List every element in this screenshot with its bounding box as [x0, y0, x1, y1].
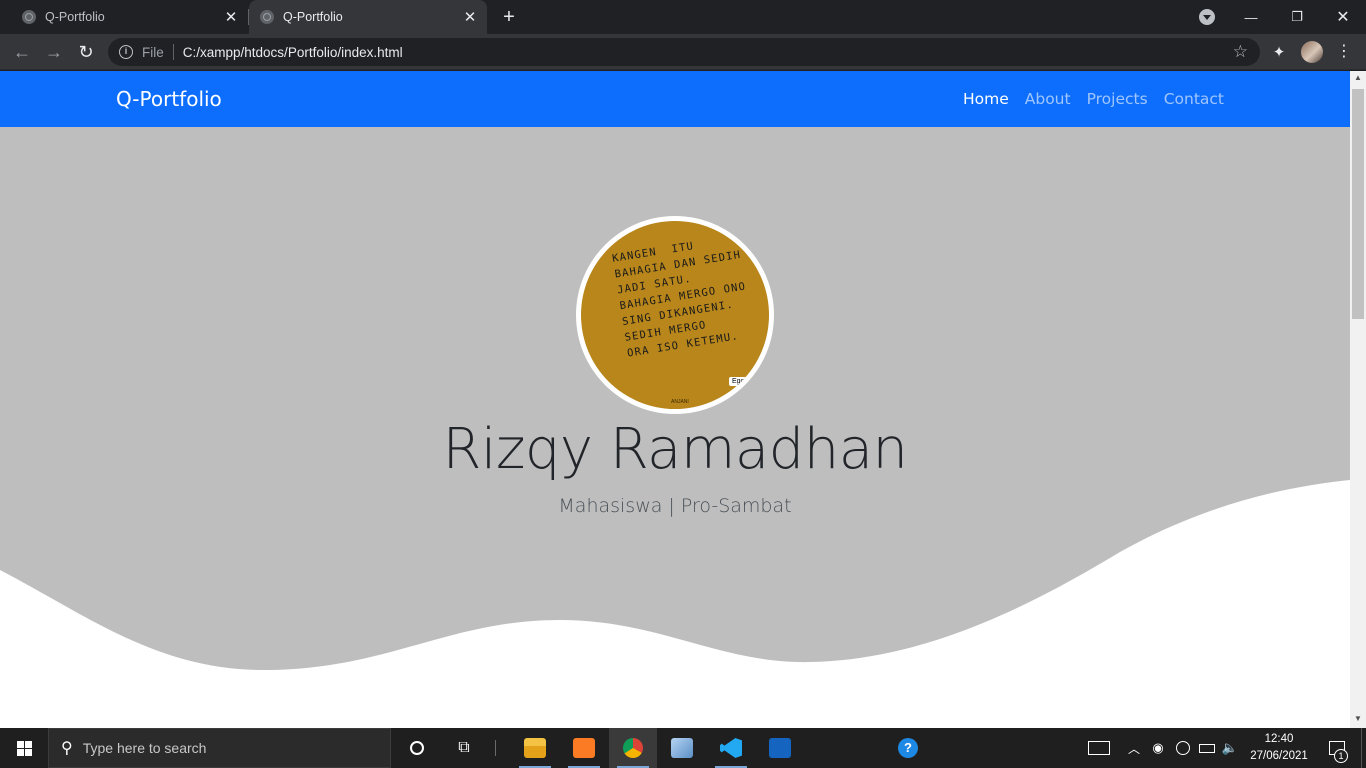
- notification-badge: 1: [1334, 749, 1348, 763]
- reload-icon[interactable]: ↻: [74, 40, 98, 64]
- volume-icon[interactable]: 🔈: [1220, 728, 1240, 768]
- browser-toolbar: ← → ↻ i File C:/xampp/htdocs/Portfolio/i…: [0, 34, 1366, 70]
- file-explorer-icon[interactable]: [511, 728, 559, 768]
- extensions-puzzle-icon[interactable]: ✦: [1270, 43, 1288, 61]
- windows-logo-icon: [16, 740, 32, 756]
- hero-subtitle: Mahasiswa | Pro-Sambat: [558, 495, 792, 517]
- new-tab-button[interactable]: +: [498, 6, 520, 28]
- virtualbox-icon[interactable]: [658, 728, 706, 768]
- get-help-icon[interactable]: ?: [884, 728, 932, 768]
- forward-arrow-icon[interactable]: →: [42, 40, 66, 64]
- profile-photo: KANGEN ITU BAHAGIA DAN SEDIH JADI SATU. …: [576, 216, 774, 414]
- page-scrollbar[interactable]: ▲ ▼: [1350, 71, 1366, 728]
- minimize-button[interactable]: —: [1228, 0, 1274, 34]
- nav-link-about[interactable]: About: [1025, 90, 1071, 108]
- tab-title: Q-Portfolio: [45, 10, 105, 24]
- clock-date: 27/06/2021: [1250, 750, 1308, 762]
- movies-tv-icon[interactable]: [756, 728, 804, 768]
- nav-link-home[interactable]: Home: [963, 90, 1009, 108]
- scroll-down-arrow-icon[interactable]: ▼: [1350, 714, 1366, 726]
- profile-photo-image: KANGEN ITU BAHAGIA DAN SEDIH JADI SATU. …: [581, 221, 769, 409]
- photo-signature: ANJANI: [671, 399, 689, 405]
- meet-now-icon[interactable]: ◉: [1148, 728, 1168, 768]
- tab-search-icon[interactable]: [1199, 9, 1215, 25]
- photo-handwritten-text: KANGEN ITU BAHAGIA DAN SEDIH JADI SATU. …: [611, 240, 747, 360]
- back-arrow-icon[interactable]: ←: [10, 40, 34, 64]
- hero-name: Rizqy Ramadhan: [442, 417, 908, 482]
- taskbar-search-input[interactable]: ⚲ Type here to search: [48, 728, 391, 768]
- browser-tab-1[interactable]: Q-Portfolio ✕: [0, 0, 248, 34]
- hero-section: KANGEN ITU BAHAGIA DAN SEDIH JADI SATU. …: [0, 127, 1350, 728]
- bookmark-star-icon[interactable]: ☆: [1233, 42, 1248, 62]
- site-navbar: Q-Portfolio Home About Projects Contact: [0, 71, 1350, 127]
- search-icon: ⚲: [61, 740, 73, 757]
- address-divider: [172, 44, 174, 60]
- tab-title: Q-Portfolio: [283, 10, 343, 24]
- address-bar[interactable]: i File C:/xampp/htdocs/Portfolio/index.h…: [108, 38, 1260, 66]
- tab-strip: Q-Portfolio ✕ Q-Portfolio ✕ + — ❐ ✕: [0, 0, 1366, 34]
- taskbar-clock[interactable]: 12:40 27/06/2021: [1244, 731, 1314, 765]
- close-tab-icon[interactable]: ✕: [222, 8, 240, 26]
- globe-icon: [22, 10, 36, 24]
- globe-icon: [260, 10, 274, 24]
- network-globe-icon[interactable]: [1172, 728, 1194, 768]
- windows-taskbar: ⚲ Type here to search ⧉ ? ︿ ◉ 🔈 12:40 27…: [0, 728, 1366, 768]
- browser-tab-2[interactable]: Q-Portfolio ✕: [249, 0, 487, 34]
- nav-link-projects[interactable]: Projects: [1087, 90, 1148, 108]
- xampp-icon[interactable]: [560, 728, 608, 768]
- url-text[interactable]: C:/xampp/htdocs/Portfolio/index.html: [183, 45, 1233, 60]
- chrome-icon[interactable]: [609, 728, 657, 768]
- close-tab-icon[interactable]: ✕: [461, 8, 479, 26]
- scheme-label: File: [142, 44, 164, 60]
- news-widget-icon[interactable]: [1084, 728, 1114, 768]
- navbar-links: Home About Projects Contact: [963, 90, 1224, 108]
- scrollbar-thumb[interactable]: [1352, 89, 1364, 319]
- cortana-icon[interactable]: [393, 728, 441, 768]
- maximize-button[interactable]: ❐: [1274, 0, 1320, 34]
- info-icon[interactable]: i: [119, 45, 133, 59]
- show-hidden-icons-chevron-icon[interactable]: ︿: [1124, 728, 1144, 768]
- taskbar-divider: [495, 740, 496, 756]
- nav-link-contact[interactable]: Contact: [1164, 90, 1224, 108]
- task-view-icon[interactable]: ⧉: [440, 728, 488, 768]
- clock-time: 12:40: [1264, 733, 1294, 745]
- battery-icon[interactable]: [1196, 728, 1218, 768]
- navbar-brand[interactable]: Q-Portfolio: [116, 87, 222, 111]
- close-window-button[interactable]: ✕: [1320, 0, 1366, 34]
- show-desktop-button[interactable]: [1361, 728, 1366, 768]
- vscode-icon[interactable]: [707, 728, 755, 768]
- browser-menu-icon[interactable]: ⋮: [1336, 41, 1352, 63]
- start-button[interactable]: [0, 728, 48, 768]
- scroll-up-arrow-icon[interactable]: ▲: [1350, 73, 1366, 85]
- photo-tag: Ego: [729, 377, 748, 386]
- page-viewport: Q-Portfolio Home About Projects Contact …: [0, 71, 1350, 728]
- search-placeholder: Type here to search: [82, 740, 207, 756]
- profile-avatar[interactable]: [1301, 41, 1323, 63]
